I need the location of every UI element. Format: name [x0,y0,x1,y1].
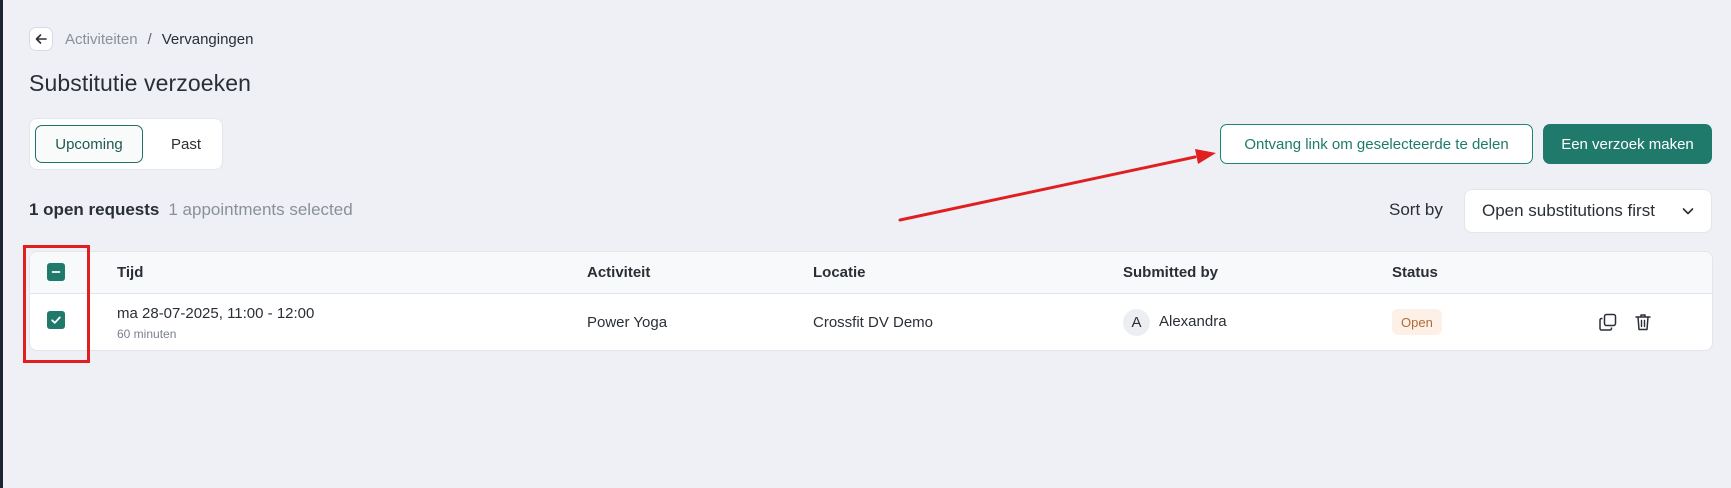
create-request-button[interactable]: Een verzoek maken [1543,124,1712,164]
back-button[interactable] [29,27,53,51]
column-header-locatie[interactable]: Locatie [813,264,866,281]
tab-upcoming[interactable]: Upcoming [35,125,143,163]
substitution-requests-table: Tijd Activiteit Locatie Submitted by Sta… [29,251,1713,351]
breadcrumb-current: Vervangingen [161,30,254,48]
column-header-tijd[interactable]: Tijd [117,264,143,281]
copy-icon[interactable] [1597,311,1619,333]
breadcrumb: Activiteiten / Vervangingen [29,26,253,52]
column-header-status[interactable]: Status [1392,264,1438,281]
sort-select[interactable]: Open substitutions first [1464,189,1712,233]
row-location: Crossfit DV Demo [813,314,934,331]
table-row[interactable]: ma 28-07-2025, 11:00 - 12:00 60 minuten … [30,294,1712,350]
arrow-left-icon [35,34,47,44]
sort-label: Sort by [1389,200,1443,219]
row-duration: 60 minuten [117,327,177,341]
status-badge: Open [1392,309,1442,335]
annotation-arrow [898,149,1216,222]
table-header: Tijd Activiteit Locatie Submitted by Sta… [30,252,1712,294]
selected-appointments-count: 1 appointments selected [168,200,353,219]
breadcrumb-separator: / [147,30,152,48]
row-activity: Power Yoga [587,314,668,331]
row-submitted-by: Alexandra [1159,313,1227,330]
chevron-down-icon [1682,208,1694,215]
window-left-edge [0,0,3,488]
trash-icon[interactable] [1632,311,1654,333]
column-header-submitted-by[interactable]: Submitted by [1123,264,1218,281]
request-summary: 1 open requests 1 appointments selected [29,200,353,220]
annotation-highlight-box [23,245,90,363]
avatar: A [1123,309,1150,336]
share-selected-link-button[interactable]: Ontvang link om geselecteerde te delen [1220,124,1533,164]
breadcrumb-parent-link[interactable]: Activiteiten [65,31,138,48]
sort-select-value: Open substitutions first [1482,201,1655,220]
column-header-activiteit[interactable]: Activiteit [587,264,650,281]
open-requests-count: 1 open requests [29,200,160,219]
page-title: Substitutie verzoeken [29,70,252,96]
row-time: ma 28-07-2025, 11:00 - 12:00 [117,305,315,322]
tab-past[interactable]: Past [158,125,214,163]
tab-group: Upcoming Past [29,118,223,170]
